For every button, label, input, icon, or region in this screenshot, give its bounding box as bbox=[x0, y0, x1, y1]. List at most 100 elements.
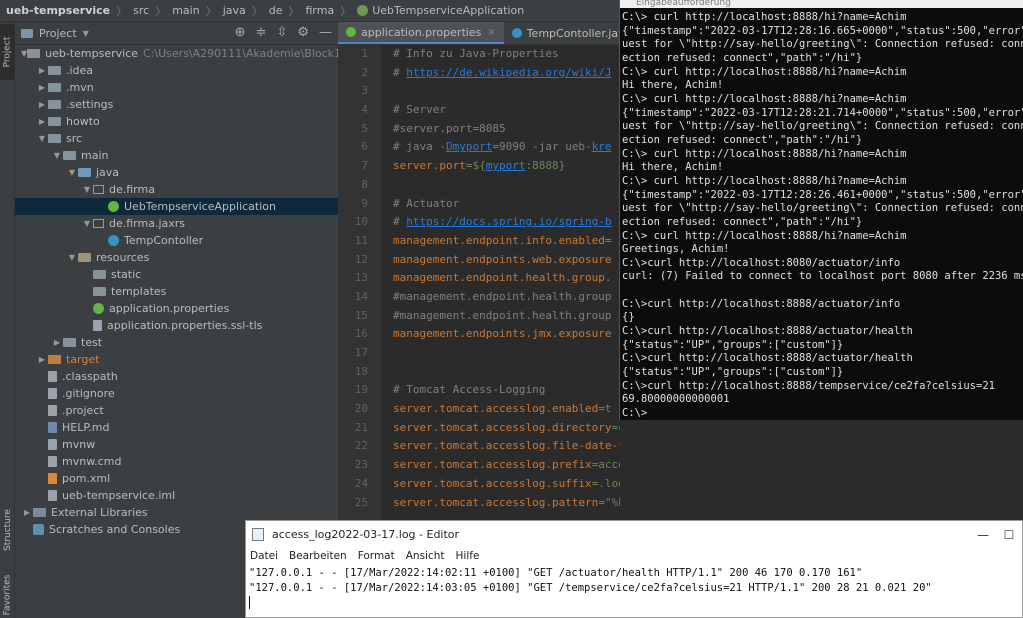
tree-item[interactable]: ▼ java bbox=[15, 164, 338, 181]
code-token: =9090 -jar ueb- bbox=[492, 140, 592, 154]
chevron-down-icon[interactable]: ▼ bbox=[81, 185, 93, 194]
tree-item[interactable]: ▶ test bbox=[15, 334, 338, 351]
tree-item[interactable]: .project bbox=[15, 402, 338, 419]
code-token: server.tomcat.accesslog.file-date-format bbox=[393, 439, 620, 453]
chevron-down-icon[interactable]: ▼ bbox=[36, 134, 48, 143]
minimize-button[interactable]: — bbox=[970, 521, 996, 548]
favorites-tool-tab[interactable]: Favorites bbox=[0, 567, 15, 618]
tab-tempcontoller-java[interactable]: TempContoller.java bbox=[504, 22, 620, 44]
locate-icon[interactable]: ⊕ bbox=[235, 25, 246, 40]
menu-bearbeiten[interactable]: Bearbeiten bbox=[289, 550, 347, 562]
chevron-down-icon[interactable]: ▼ bbox=[51, 151, 63, 160]
code-token: kre bbox=[591, 140, 612, 154]
chevron-right-icon[interactable]: ▶ bbox=[36, 83, 48, 92]
tree-item[interactable]: pom.xml bbox=[15, 470, 338, 487]
tree-item[interactable]: .gitignore bbox=[15, 385, 338, 402]
tree-item[interactable]: ▼ de.firma.jaxrs bbox=[15, 215, 338, 232]
line-number: 1 bbox=[361, 47, 368, 60]
project-view-selector[interactable]: Project bbox=[39, 27, 77, 40]
tree-item[interactable]: ▶ target bbox=[15, 351, 338, 368]
menu-format[interactable]: Format bbox=[358, 550, 395, 562]
chevron-right-icon[interactable]: ▶ bbox=[36, 66, 48, 75]
file-icon bbox=[48, 490, 57, 501]
tree-item[interactable]: ▼ resources bbox=[15, 249, 338, 266]
tree-item[interactable]: UebTempserviceApplication bbox=[15, 198, 338, 215]
tree-item[interactable]: ▶ .mvn bbox=[15, 79, 338, 96]
tab-application-properties[interactable]: application.properties × bbox=[338, 22, 504, 44]
tree-item[interactable]: static bbox=[15, 266, 338, 283]
console-line: C:\> bbox=[622, 407, 648, 420]
command-prompt-window[interactable]: Eingabeaufforderung C:\> curl http://loc… bbox=[619, 0, 1023, 420]
tree-item[interactable]: HELP.md bbox=[15, 419, 338, 436]
breadcrumb-item-main[interactable]: main bbox=[172, 4, 199, 17]
structure-tool-tab[interactable]: Structure bbox=[0, 500, 15, 560]
breadcrumb-separator: 〉 bbox=[155, 4, 167, 18]
tree-item[interactable]: templates bbox=[15, 283, 338, 300]
chevron-right-icon[interactable]: ▶ bbox=[36, 100, 48, 109]
expand-all-icon[interactable]: ⇳ bbox=[276, 25, 287, 40]
chevron-down-icon[interactable]: ▼ bbox=[66, 168, 78, 177]
tree-item[interactable]: application.properties bbox=[15, 300, 338, 317]
tree-item-label: mvnw bbox=[62, 438, 96, 451]
collapse-all-icon[interactable]: ≑ bbox=[256, 25, 267, 40]
tree-item[interactable]: ▼ de.firma bbox=[15, 181, 338, 198]
file-icon bbox=[48, 439, 57, 450]
code-token: # bbox=[393, 65, 407, 79]
chevron-down-icon[interactable]: ▼ bbox=[66, 253, 78, 262]
console-line: C:\> curl http://localhost:8888/hi?name=… bbox=[622, 92, 907, 105]
tree-item[interactable]: ▶ howto bbox=[15, 113, 338, 130]
tree-item[interactable]: .classpath bbox=[15, 368, 338, 385]
code-token: server.port bbox=[393, 159, 466, 173]
maximize-button[interactable]: ☐ bbox=[996, 521, 1022, 548]
chevron-right-icon[interactable]: ▶ bbox=[51, 338, 63, 347]
gear-icon[interactable]: ⚙ bbox=[297, 25, 309, 40]
chevron-right-icon[interactable]: ▶ bbox=[21, 508, 33, 517]
tree-item[interactable]: ▼ ueb-tempservice C:\Users\A290111\Akademi… bbox=[15, 45, 338, 62]
notepad-text-area[interactable]: "127.0.0.1 - - [17/Mar/2022:14:02:11 +01… bbox=[246, 564, 1022, 614]
folder-icon bbox=[93, 270, 106, 279]
chevron-right-icon[interactable]: ▶ bbox=[36, 117, 48, 126]
project-folder-icon bbox=[21, 28, 33, 38]
code-token: =t bbox=[598, 402, 612, 416]
tree-item[interactable]: TempContoller bbox=[15, 232, 338, 249]
project-toolbar: ⊕ ≑ ⇳ ⚙ — bbox=[235, 25, 332, 40]
notepad-titlebar[interactable]: access_log2022-03-17.log - Editor — ☐ bbox=[246, 521, 1022, 548]
close-icon[interactable]: × bbox=[487, 27, 495, 38]
breadcrumb-separator: 〉 bbox=[340, 4, 352, 18]
menu-hilfe[interactable]: Hilfe bbox=[456, 550, 480, 562]
code-line: # Server bbox=[393, 101, 620, 120]
command-prompt-output[interactable]: C:\> curl http://localhost:8888/hi?name=… bbox=[620, 8, 1023, 420]
breadcrumb-item-de[interactable]: de bbox=[269, 4, 283, 17]
tab-label: application.properties bbox=[361, 25, 482, 39]
tree-item[interactable]: ▶ .idea bbox=[15, 62, 338, 79]
chevron-down-icon[interactable]: ▼ bbox=[83, 29, 89, 38]
tree-item[interactable]: application.properties.ssl-tls bbox=[15, 317, 338, 334]
code-line: # java -Dmyport=9090 -jar ueb-kre bbox=[393, 138, 620, 157]
breadcrumb-item-java[interactable]: java bbox=[223, 4, 246, 17]
code-line: #management.endpoint.health.group bbox=[393, 307, 620, 326]
tree-item[interactable]: ▼ main bbox=[15, 147, 338, 164]
code-token: # java - bbox=[393, 140, 446, 154]
tree-item[interactable]: mvnw.cmd bbox=[15, 453, 338, 470]
code-token: server.tomcat.accesslog.suffix bbox=[393, 476, 592, 490]
menu-datei[interactable]: Datei bbox=[250, 550, 278, 562]
tree-item[interactable]: ▼ src bbox=[15, 130, 338, 147]
breadcrumb-item-class[interactable]: UebTempserviceApplication bbox=[372, 4, 524, 17]
code-token: # Info zu Java-Properties bbox=[393, 47, 559, 60]
line-number: 21 bbox=[354, 420, 368, 434]
minimize-panel-icon[interactable]: — bbox=[319, 25, 332, 40]
breadcrumb-item-project[interactable]: ueb-tempservice bbox=[6, 4, 110, 17]
code-token: #management.endpoint.health.group bbox=[393, 289, 612, 303]
tree-item-label: ueb-tempservice bbox=[45, 47, 139, 60]
breadcrumb-item-src[interactable]: src bbox=[133, 4, 149, 17]
project-tool-tab[interactable]: Project bbox=[0, 24, 15, 80]
menu-ansicht[interactable]: Ansicht bbox=[406, 550, 445, 562]
tree-item[interactable]: ueb-tempservice.iml bbox=[15, 487, 338, 504]
tree-item[interactable]: mvnw bbox=[15, 436, 338, 453]
tree-item[interactable]: ▶ External Libraries bbox=[15, 504, 338, 521]
tree-item[interactable]: ▶ .settings bbox=[15, 96, 338, 113]
breadcrumb-item-firma[interactable]: firma bbox=[306, 4, 335, 17]
chevron-down-icon[interactable]: ▼ bbox=[81, 219, 93, 228]
console-line: {"status":"UP","groups":["custom"]} bbox=[622, 338, 844, 351]
chevron-right-icon[interactable]: ▶ bbox=[36, 355, 48, 364]
